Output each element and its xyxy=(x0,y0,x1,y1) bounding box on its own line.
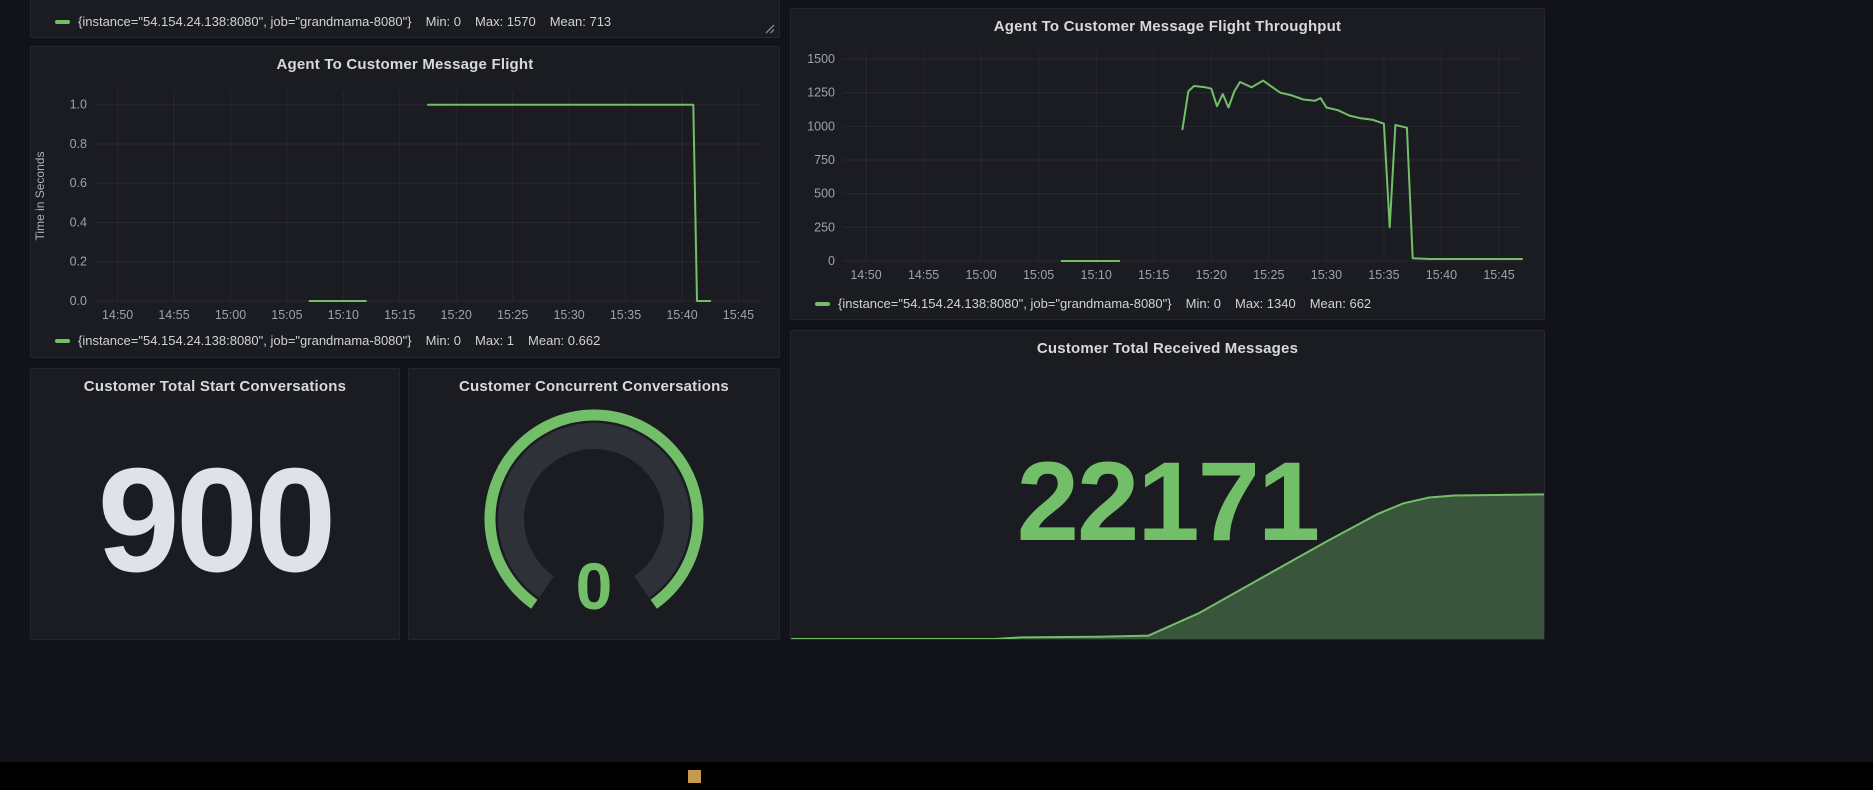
svg-text:0.8: 0.8 xyxy=(70,137,87,151)
legend-max-stat: Max: 1340 xyxy=(1235,296,1296,311)
svg-text:15:00: 15:00 xyxy=(215,308,246,322)
svg-text:15:35: 15:35 xyxy=(610,308,641,322)
svg-text:15:25: 15:25 xyxy=(1253,268,1284,282)
svg-text:15:05: 15:05 xyxy=(1023,268,1054,282)
svg-text:1.0: 1.0 xyxy=(70,98,87,112)
panel-start-conversations: Customer Total Start Conversations 900 xyxy=(30,368,400,640)
panel-title-concurrent-conversations[interactable]: Customer Concurrent Conversations xyxy=(409,369,779,403)
svg-text:1000: 1000 xyxy=(807,119,835,133)
svg-text:750: 750 xyxy=(814,153,835,167)
svg-text:15:40: 15:40 xyxy=(1426,268,1457,282)
svg-text:15:10: 15:10 xyxy=(328,308,359,322)
taskbar-icon[interactable] xyxy=(688,770,701,783)
svg-text:15:20: 15:20 xyxy=(1196,268,1227,282)
svg-text:15:00: 15:00 xyxy=(965,268,996,282)
grafana-dashboard: {instance="54.154.24.138:8080", job="gra… xyxy=(0,0,1873,790)
series-color-swatch xyxy=(815,302,830,306)
panel-title-throughput[interactable]: Agent To Customer Message Flight Through… xyxy=(791,9,1544,43)
legend-series-label[interactable]: {instance="54.154.24.138:8080", job="gra… xyxy=(838,296,1172,311)
svg-text:15:30: 15:30 xyxy=(1311,268,1342,282)
legend-max-stat: Max: 1 xyxy=(475,333,514,348)
svg-text:500: 500 xyxy=(814,187,835,201)
panel-title-agent-flight[interactable]: Agent To Customer Message Flight xyxy=(31,47,779,81)
svg-text:14:55: 14:55 xyxy=(158,308,189,322)
panel-concurrent-conversations: Customer Concurrent Conversations 0 xyxy=(408,368,780,640)
panel-clipped-top: {instance="54.154.24.138:8080", job="gra… xyxy=(30,0,780,38)
svg-text:15:40: 15:40 xyxy=(666,308,697,322)
svg-text:14:50: 14:50 xyxy=(102,308,133,322)
panel-title-received-messages[interactable]: Customer Total Received Messages xyxy=(791,331,1544,365)
svg-text:250: 250 xyxy=(814,220,835,234)
svg-text:0: 0 xyxy=(828,254,835,268)
svg-text:15:25: 15:25 xyxy=(497,308,528,322)
legend-min-stat: Min: 0 xyxy=(1186,296,1221,311)
svg-text:Time in Seconds: Time in Seconds xyxy=(33,152,47,241)
svg-text:15:30: 15:30 xyxy=(553,308,584,322)
legend-mean-stat: Mean: 0.662 xyxy=(528,333,600,348)
svg-text:14:55: 14:55 xyxy=(908,268,939,282)
gauge-value: 0 xyxy=(409,553,779,619)
svg-text:14:50: 14:50 xyxy=(850,268,881,282)
svg-text:15:20: 15:20 xyxy=(441,308,472,322)
legend-min-stat: Min: 0 xyxy=(426,333,461,348)
taskbar-strip xyxy=(0,762,1873,790)
legend-mean-stat: Mean: 662 xyxy=(1310,296,1371,311)
legend-series-label[interactable]: {instance="54.154.24.138:8080", job="gra… xyxy=(78,333,412,348)
throughput-chart-canvas[interactable]: 14:50 14:55 15:00 15:05 15:10 15:15 15:20 15:25… xyxy=(791,43,1544,289)
legend-mean-stat: Mean: 713 xyxy=(550,14,611,29)
panel-agent-flight-throughput: Agent To Customer Message Flight Through… xyxy=(790,8,1545,320)
svg-text:15:15: 15:15 xyxy=(384,308,415,322)
received-messages-stat-value: 22171 xyxy=(791,427,1544,577)
svg-text:0.0: 0.0 xyxy=(70,294,87,308)
panel-resize-handle[interactable] xyxy=(763,22,775,34)
agent-flight-chart-canvas[interactable]: 14:50 14:55 15:00 15:05 15:10 15:15 15:20 15:25… xyxy=(31,81,779,329)
svg-text:0.4: 0.4 xyxy=(70,216,87,230)
start-conversations-stat-value: 900 xyxy=(31,403,399,639)
svg-text:0.6: 0.6 xyxy=(70,176,87,190)
panel-received-messages: Customer Total Received Messages 22171 xyxy=(790,330,1545,640)
svg-text:1250: 1250 xyxy=(807,86,835,100)
svg-text:15:45: 15:45 xyxy=(1483,268,1514,282)
svg-text:1500: 1500 xyxy=(807,52,835,66)
svg-text:15:15: 15:15 xyxy=(1138,268,1169,282)
svg-text:15:10: 15:10 xyxy=(1081,268,1112,282)
panel-title-start-conversations[interactable]: Customer Total Start Conversations xyxy=(31,369,399,403)
svg-text:0.2: 0.2 xyxy=(70,255,87,269)
svg-text:15:05: 15:05 xyxy=(271,308,302,322)
legend-max-stat: Max: 1570 xyxy=(475,14,536,29)
series-color-swatch xyxy=(55,339,70,343)
panel-agent-flight: Agent To Customer Message Flight 14:5014… xyxy=(30,46,780,358)
legend-series-label[interactable]: {instance="54.154.24.138:8080", job="gra… xyxy=(78,14,412,29)
svg-text:15:35: 15:35 xyxy=(1368,268,1399,282)
svg-text:15:45: 15:45 xyxy=(723,308,754,322)
legend-min-stat: Min: 0 xyxy=(426,14,461,29)
series-color-swatch xyxy=(55,20,70,24)
